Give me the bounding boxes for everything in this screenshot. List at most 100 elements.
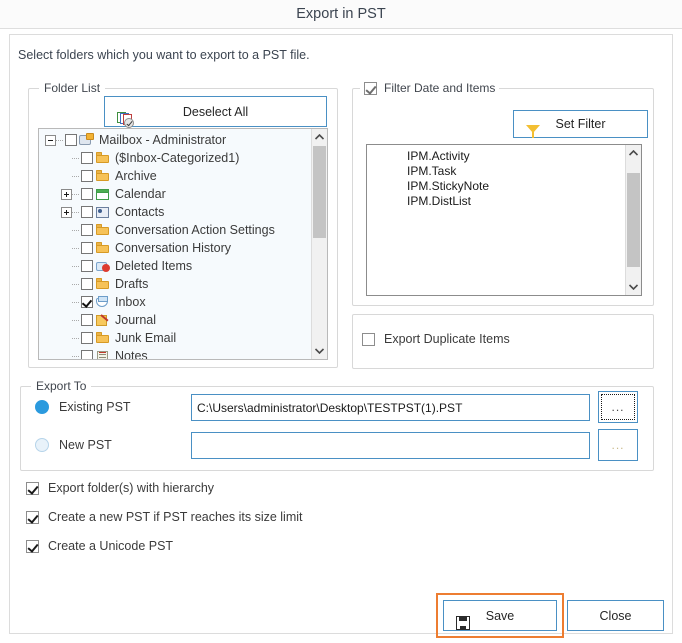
- filter-list-item[interactable]: IPM.DistList: [367, 194, 489, 209]
- tree-expand-icon[interactable]: [61, 206, 72, 218]
- folder-tree-item[interactable]: Conversation Action Settings: [39, 221, 311, 239]
- tree-expand-icon[interactable]: [61, 188, 72, 200]
- set-filter-button[interactable]: Set Filter: [513, 110, 648, 138]
- folder-checkbox[interactable]: [81, 170, 93, 182]
- tree-connector: [72, 153, 81, 164]
- filter-scroll-thumb[interactable]: [627, 173, 640, 267]
- tree-connector: [72, 243, 81, 254]
- existing-pst-radio[interactable]: [35, 400, 49, 414]
- option-hierarchy-checkbox[interactable]: [26, 481, 39, 495]
- folder-tree-item[interactable]: Conversation History: [39, 239, 311, 257]
- folder-label: Junk Email: [115, 331, 177, 345]
- calendar-icon: [95, 187, 111, 201]
- export-duplicate-items-checkbox[interactable]: [362, 332, 375, 346]
- folder-checkbox[interactable]: [81, 206, 93, 218]
- folder-checkbox[interactable]: [81, 350, 93, 359]
- close-button[interactable]: Close: [567, 600, 664, 631]
- folder-checkbox[interactable]: [81, 224, 93, 236]
- new-pst-radio[interactable]: [35, 438, 49, 452]
- mailbox-icon: [79, 133, 95, 147]
- save-button[interactable]: Save: [443, 600, 557, 631]
- folder-tree-item[interactable]: Journal: [39, 311, 311, 329]
- folder-tree-item[interactable]: Inbox: [39, 293, 311, 311]
- folder-checkbox[interactable]: [81, 314, 93, 326]
- filter-list-item[interactable]: IPM.Activity: [367, 149, 489, 164]
- folder-tree-rows: Mailbox - Administrator ($Inbox-Categoriz…: [39, 131, 311, 359]
- focus-ring: [601, 394, 635, 420]
- option-size-limit-checkbox[interactable]: [26, 510, 39, 524]
- filter-items-list[interactable]: IPM.Activity IPM.Task IPM.StickyNote IPM.Di…: [366, 144, 642, 296]
- folder-label: Conversation History: [115, 241, 232, 255]
- folder-tree-item[interactable]: Notes: [39, 347, 311, 359]
- folder-checkbox[interactable]: [81, 242, 93, 254]
- export-to-group-title: Export To: [31, 379, 92, 393]
- tree-connector: [72, 333, 81, 344]
- folder-checkbox[interactable]: [81, 296, 93, 308]
- folder-icon: [95, 241, 111, 255]
- new-pst-browse-button[interactable]: ...: [598, 429, 638, 461]
- folder-tree-item[interactable]: Drafts: [39, 275, 311, 293]
- filter-list-scrollbar[interactable]: [625, 145, 641, 295]
- contacts-icon: [95, 205, 111, 219]
- filter-date-items-checkbox[interactable]: [364, 81, 377, 95]
- folder-checkbox[interactable]: [81, 152, 93, 164]
- folder-checkbox[interactable]: [81, 278, 93, 290]
- folder-icon: [95, 151, 111, 165]
- tree-connector: [72, 189, 81, 200]
- folder-label: ($Inbox-Categorized1): [115, 151, 240, 165]
- new-pst-path-input[interactable]: [191, 432, 590, 459]
- folder-checkbox[interactable]: [81, 260, 93, 272]
- tree-connector: [72, 225, 81, 236]
- folder-tree-item[interactable]: ($Inbox-Categorized1): [39, 149, 311, 167]
- filter-list-item[interactable]: IPM.StickyNote: [367, 179, 489, 194]
- tree-connector: [72, 315, 81, 326]
- save-button-label: Save: [485, 608, 515, 623]
- filter-scroll-down-icon[interactable]: [626, 279, 641, 295]
- scroll-thumb[interactable]: [313, 146, 326, 238]
- option-hierarchy-row[interactable]: Export folder(s) with hierarchy: [26, 481, 214, 495]
- existing-pst-browse-button[interactable]: ...: [598, 391, 638, 423]
- tree-connector: [56, 135, 65, 146]
- folder-tree-item[interactable]: Mailbox - Administrator: [39, 131, 311, 149]
- export-duplicate-items-row[interactable]: Export Duplicate Items: [362, 332, 510, 346]
- tree-collapse-icon[interactable]: [45, 134, 56, 146]
- folder-label: Conversation Action Settings: [115, 223, 275, 237]
- filter-list-item[interactable]: IPM.Task: [367, 164, 489, 179]
- scroll-down-icon[interactable]: [312, 343, 327, 359]
- folder-tree-item[interactable]: Contacts: [39, 203, 311, 221]
- folder-tree-item[interactable]: Deleted Items: [39, 257, 311, 275]
- tree-connector: [72, 171, 81, 182]
- option-unicode-row[interactable]: Create a Unicode PST: [26, 539, 173, 553]
- existing-pst-radio-row[interactable]: Existing PST: [35, 400, 131, 414]
- new-pst-browse-label: ...: [611, 438, 625, 452]
- close-button-label: Close: [599, 608, 632, 623]
- folder-tree-scrollbar[interactable]: [311, 129, 327, 359]
- folder-tree-item[interactable]: Archive: [39, 167, 311, 185]
- folder-label: Journal: [115, 313, 156, 327]
- folder-label: Mailbox - Administrator: [99, 133, 227, 147]
- filter-scroll-up-icon[interactable]: [626, 145, 641, 161]
- filter-items-wrap: IPM.Activity IPM.Task IPM.StickyNote IPM.Di…: [367, 149, 489, 209]
- folder-label: Inbox: [115, 295, 146, 309]
- intro-text: Select folders which you want to export …: [18, 48, 310, 62]
- folder-checkbox[interactable]: [65, 134, 77, 146]
- folder-tree-item[interactable]: Junk Email: [39, 329, 311, 347]
- existing-pst-path-input[interactable]: [191, 394, 590, 421]
- folder-tree-item[interactable]: Calendar: [39, 185, 311, 203]
- deleted-items-icon: [95, 259, 111, 273]
- scroll-up-icon[interactable]: [312, 129, 327, 145]
- existing-pst-label: Existing PST: [59, 400, 131, 414]
- option-size-limit-row[interactable]: Create a new PST if PST reaches its size…: [26, 510, 303, 524]
- folder-label: Archive: [115, 169, 157, 183]
- export-pst-dialog: Export in PST Select folders which you w…: [0, 0, 682, 643]
- folder-checkbox[interactable]: [81, 188, 93, 200]
- folder-tree[interactable]: Mailbox - Administrator ($Inbox-Categoriz…: [38, 128, 328, 360]
- folder-checkbox[interactable]: [81, 332, 93, 344]
- option-hierarchy-label: Export folder(s) with hierarchy: [48, 481, 215, 495]
- tree-connector: [72, 297, 81, 308]
- new-pst-radio-row[interactable]: New PST: [35, 438, 112, 452]
- deselect-all-button[interactable]: Deselect All: [104, 96, 327, 128]
- set-filter-label: Set Filter: [555, 117, 606, 131]
- option-unicode-checkbox[interactable]: [26, 539, 39, 553]
- folder-icon: [95, 169, 111, 183]
